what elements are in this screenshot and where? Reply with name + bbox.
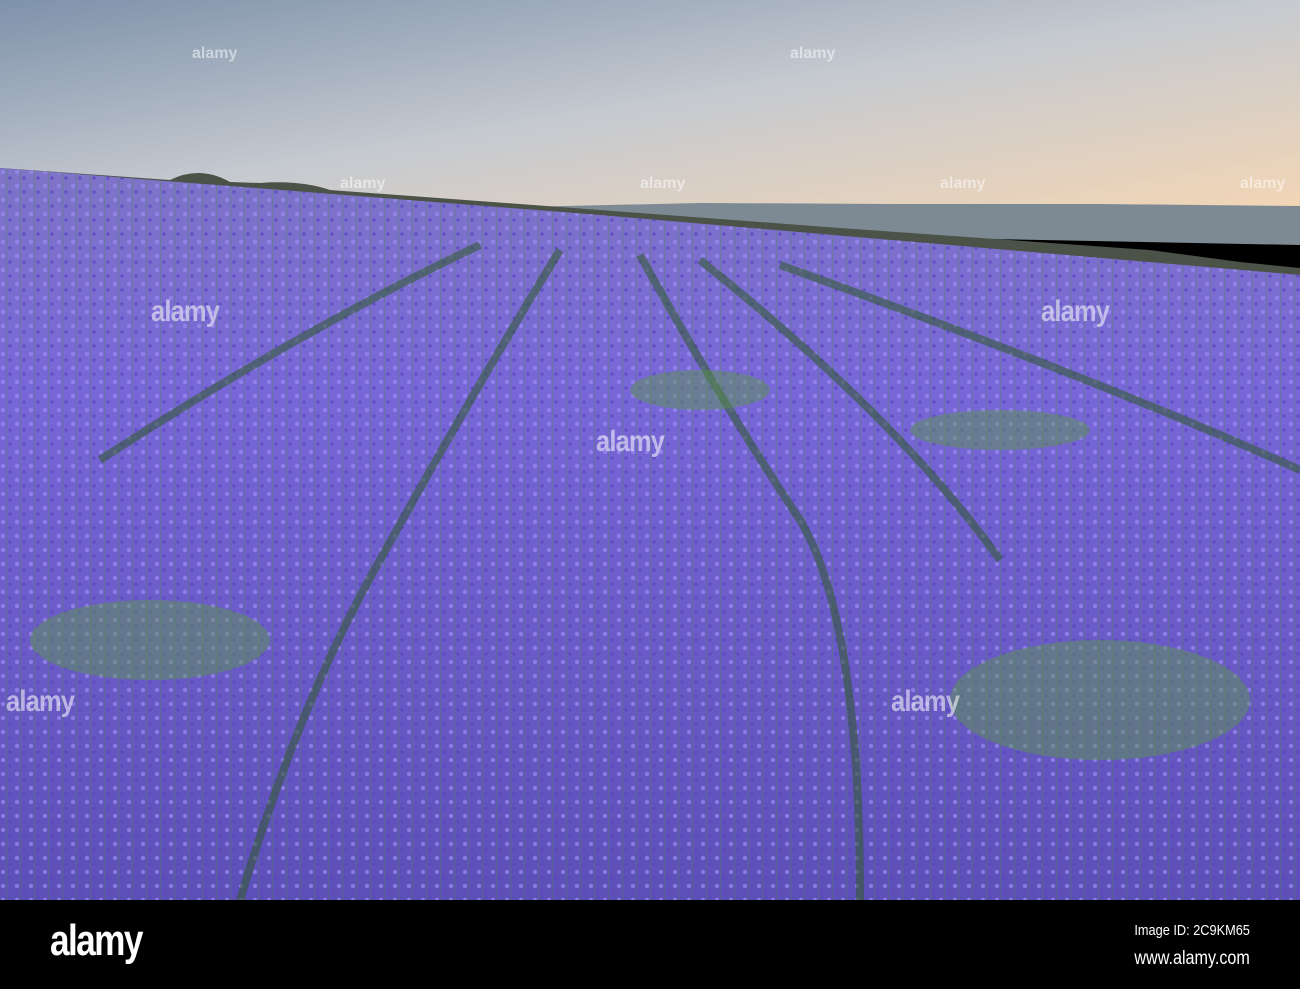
stock-photo: alamy alamy alamy alamy alamy alamy alam… (0, 0, 1300, 989)
watermark: alamy (640, 175, 686, 192)
watermark: alamy (891, 685, 960, 718)
watermark: alamy (940, 175, 986, 192)
watermark: alamy (151, 295, 220, 328)
watermark: alamy (340, 175, 386, 192)
watermark: alamy (6, 685, 75, 718)
watermark: alamy (192, 45, 238, 62)
alamy-logo: alamy (50, 916, 143, 965)
image-id: Image ID: 2C9KM65 (1134, 922, 1250, 939)
website-url: www.alamy.com (1134, 948, 1250, 969)
watermark: alamy (1041, 295, 1110, 328)
watermark: alamy (1240, 175, 1286, 192)
watermark: alamy (596, 425, 665, 458)
watermark: alamy (790, 45, 836, 62)
footer-bar: alamy Image ID: 2C9KM65 www.alamy.com (0, 900, 1300, 989)
